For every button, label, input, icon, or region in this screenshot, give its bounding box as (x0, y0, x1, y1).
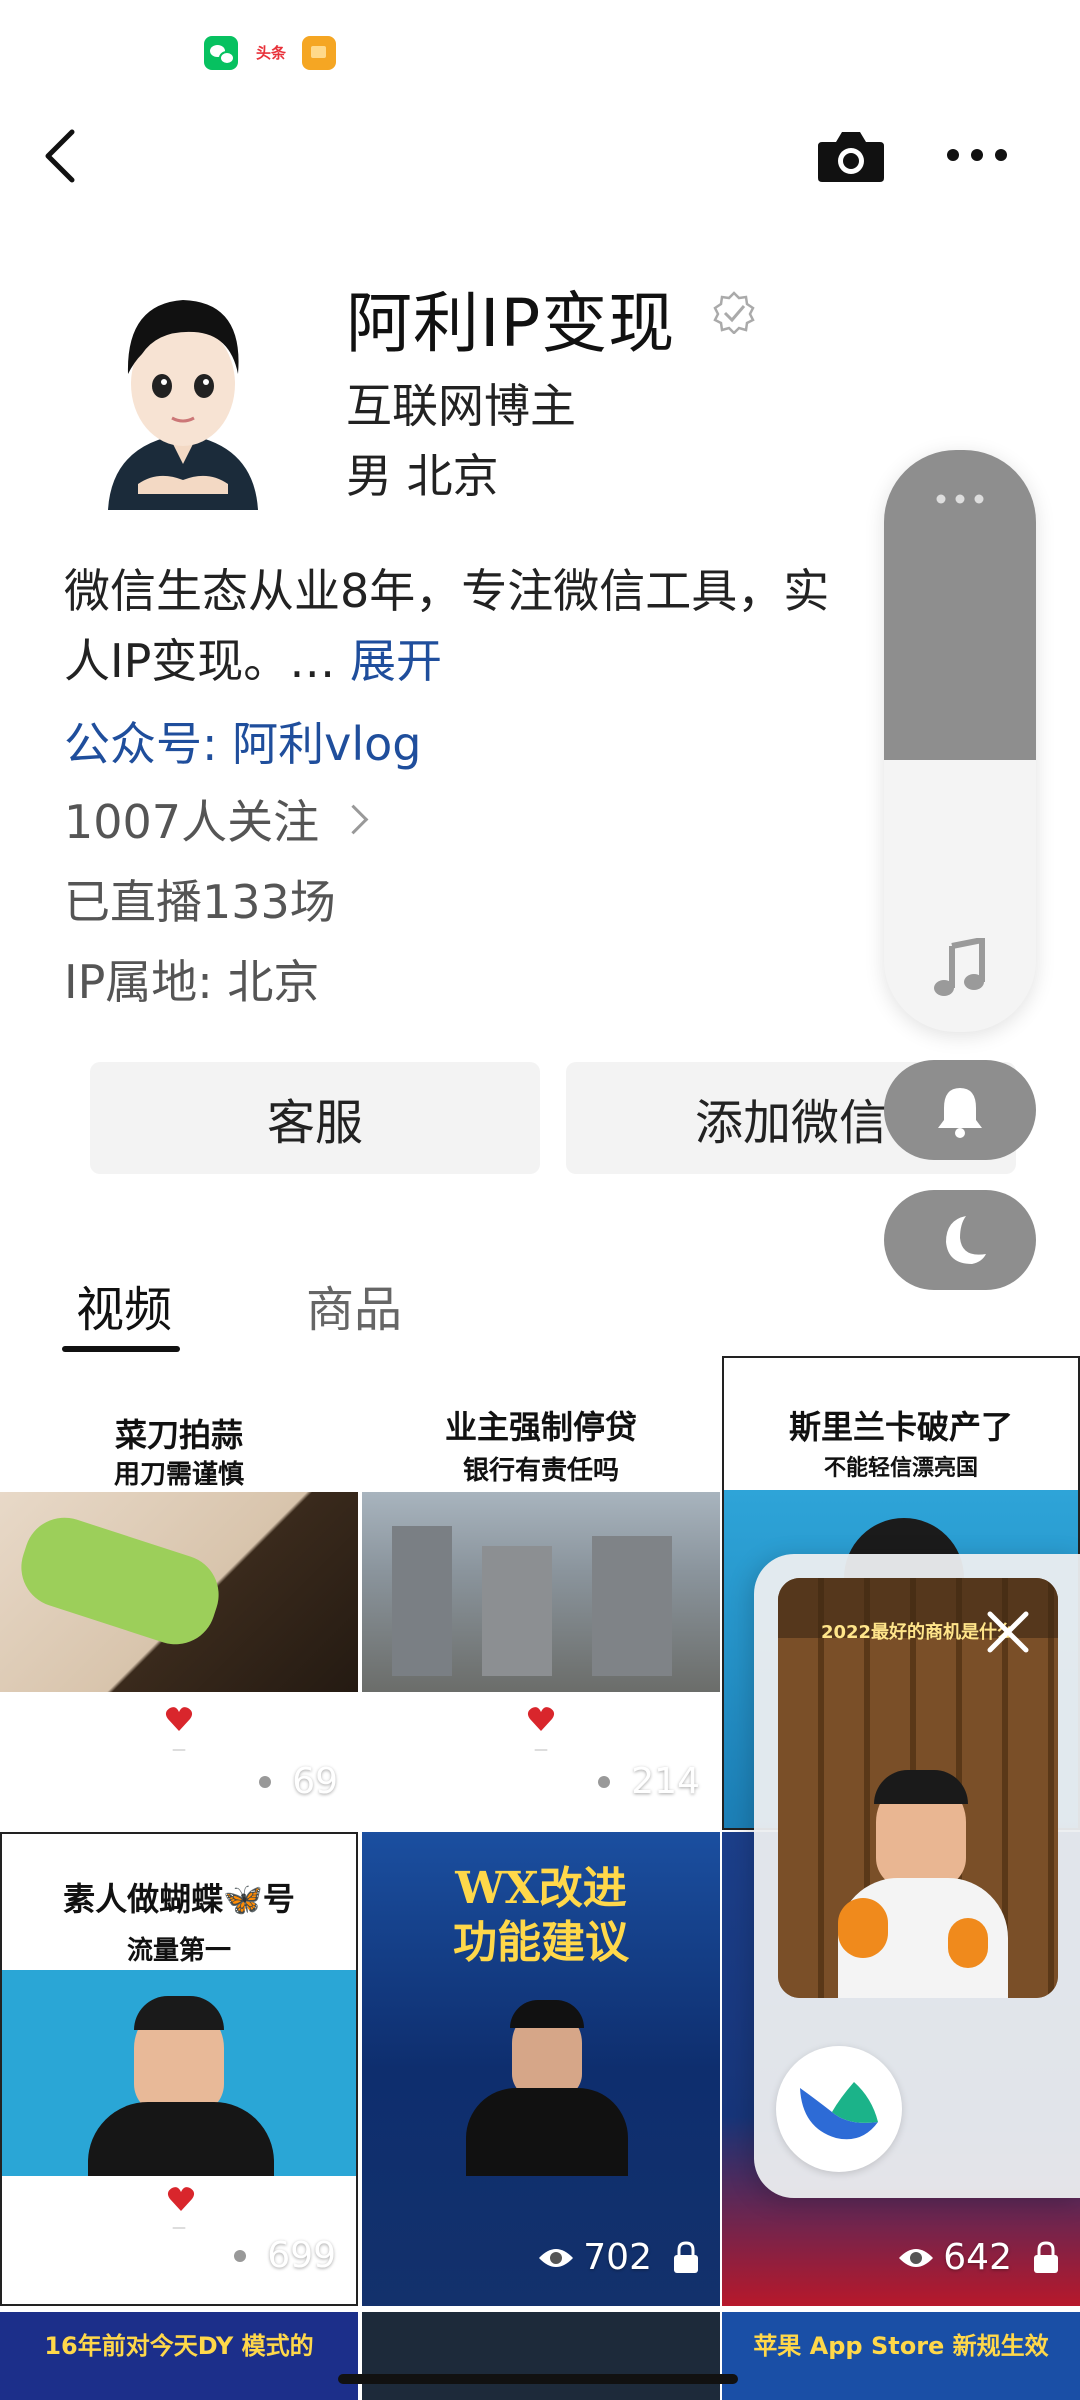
video-title: 业主强制停贷 (444, 1408, 637, 1446)
video-thumb[interactable]: 菜刀拍蒜 用刀需谨慎 — 69 (0, 1356, 358, 1830)
customer-service-button[interactable]: 客服 (90, 1062, 540, 1174)
panel-more-icon[interactable] (934, 492, 986, 506)
heart-icon (167, 2187, 195, 2211)
orange-app-icon (302, 36, 336, 70)
video-thumb[interactable]: WX改进 功能建议 702 (362, 1832, 720, 2306)
eye-icon (899, 2248, 934, 2267)
bell-icon (938, 1088, 982, 1138)
view-count-value: 642 (943, 2237, 1012, 2278)
live-count: 已直播133场 (64, 875, 336, 929)
video-thumb[interactable]: 素人做蝴蝶🦋号 流量第一 — 699 (0, 1832, 358, 2306)
ip-location: IP属地: 北京 (64, 955, 320, 1009)
dark-mode-button[interactable] (884, 1190, 1036, 1290)
official-account-link[interactable]: 公众号: 阿利vlog (64, 708, 421, 774)
close-icon[interactable] (984, 1608, 1032, 1656)
back-icon[interactable] (38, 126, 86, 186)
tab-goods[interactable]: 商品 (306, 1270, 402, 1340)
tab-underline (62, 1346, 180, 1352)
lock-icon (674, 2240, 698, 2273)
video-thumb[interactable] (362, 2312, 720, 2400)
video-thumb[interactable]: 16年前对今天DY 模式的 (0, 2312, 358, 2400)
avatar[interactable] (98, 274, 268, 510)
view-count: 214 (585, 1761, 700, 1802)
wechat-icon (204, 36, 238, 70)
floating-video[interactable]: 2022最好的商机是什么 (778, 1578, 1058, 1998)
video-thumb[interactable]: 业主强制停贷 银行有责任吗 — 214 (362, 1356, 720, 1830)
home-indicator[interactable] (338, 2374, 738, 2384)
gender-location: 男 北京 (346, 449, 499, 503)
app-logo-icon[interactable] (776, 2046, 902, 2172)
bio-line-2: 人IP变现。… (64, 634, 336, 688)
bio-expand-link[interactable]: 展开 (350, 634, 442, 688)
lock-icon (1034, 2240, 1058, 2273)
video-subtitle: 用刀需谨慎 (113, 1460, 244, 1490)
profile-subtitle: 互联网博主 (346, 379, 576, 433)
followers-count: 1007人关注 (64, 795, 320, 849)
video-thumb[interactable]: 苹果 App Store 新规生效 (722, 2312, 1080, 2400)
eye-icon (223, 2246, 258, 2265)
eye-icon (587, 1772, 622, 1791)
video-subtitle: 功能建议 (453, 1917, 629, 1968)
toutiao-icon: 头条 (252, 36, 290, 70)
view-count: 642 (897, 2237, 1060, 2278)
verified-icon (713, 291, 755, 334)
view-count: 702 (537, 2237, 700, 2278)
camera-icon[interactable] (816, 126, 886, 186)
bio-text: 微信生态从业8年，专注微信工具，实 人IP变现。… 展开 (64, 556, 884, 696)
view-count-value: 702 (583, 2237, 652, 2278)
heart-icon (165, 1707, 193, 1731)
video-subtitle: 不能轻信漂亮国 (823, 1456, 978, 1481)
view-count: 69 (246, 1761, 338, 1802)
video-title: 素人做蝴蝶🦋号 (63, 1880, 295, 1918)
floating-video-window[interactable]: 2022最好的商机是什么 (754, 1554, 1080, 2198)
profile-name: 阿利IP变现 (346, 285, 676, 362)
side-control-panel[interactable] (884, 450, 1036, 1032)
video-title: 斯里兰卡破产了 (788, 1408, 1013, 1446)
music-icon (934, 938, 985, 996)
official-account-name: 阿利vlog (232, 717, 422, 771)
view-count: 699 (221, 2235, 336, 2276)
heart-icon (527, 1707, 555, 1731)
official-account-label: 公众号: (64, 717, 218, 771)
moon-icon (946, 1216, 986, 1264)
video-subtitle: 银行有责任吗 (462, 1456, 619, 1486)
video-caption: 苹果 App Store 新规生效 (753, 2332, 1049, 2360)
bio-line-1: 微信生态从业8年，专注微信工具，实 (64, 564, 830, 618)
view-count-value: 214 (631, 1761, 700, 1802)
chevron-right-icon (338, 804, 369, 835)
video-subtitle: 流量第一 (126, 1936, 231, 1966)
view-count-value: 69 (292, 1761, 338, 1802)
ring-mode-button[interactable] (884, 1060, 1036, 1160)
more-icon[interactable] (944, 140, 1010, 170)
tab-videos[interactable]: 视频 (76, 1270, 172, 1340)
video-title: 菜刀拍蒜 (114, 1416, 243, 1454)
eye-icon (539, 2248, 574, 2267)
eye-icon (248, 1772, 283, 1791)
view-count-value: 699 (267, 2235, 336, 2276)
followers-link[interactable]: 1007人关注 (64, 786, 369, 852)
video-caption: 16年前对今天DY 模式的 (44, 2332, 314, 2360)
